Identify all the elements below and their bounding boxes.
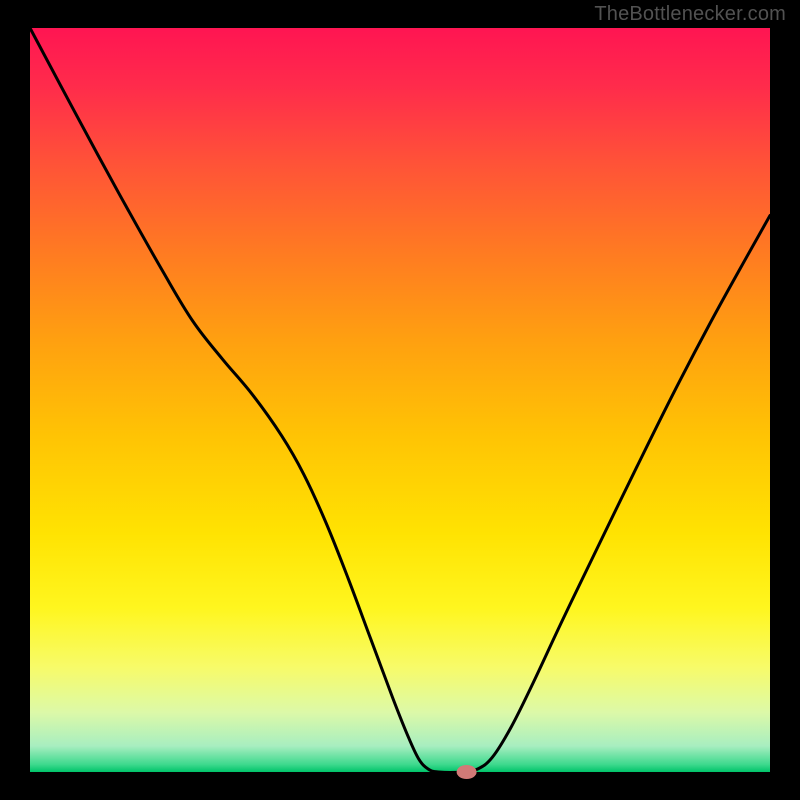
chart-frame: TheBottlenecker.com — [0, 0, 800, 800]
optimal-marker — [457, 765, 477, 779]
plot-background — [30, 28, 770, 772]
watermark-text: TheBottlenecker.com — [594, 3, 786, 26]
chart-svg — [0, 0, 800, 800]
bottleneck-curve — [30, 28, 770, 772]
